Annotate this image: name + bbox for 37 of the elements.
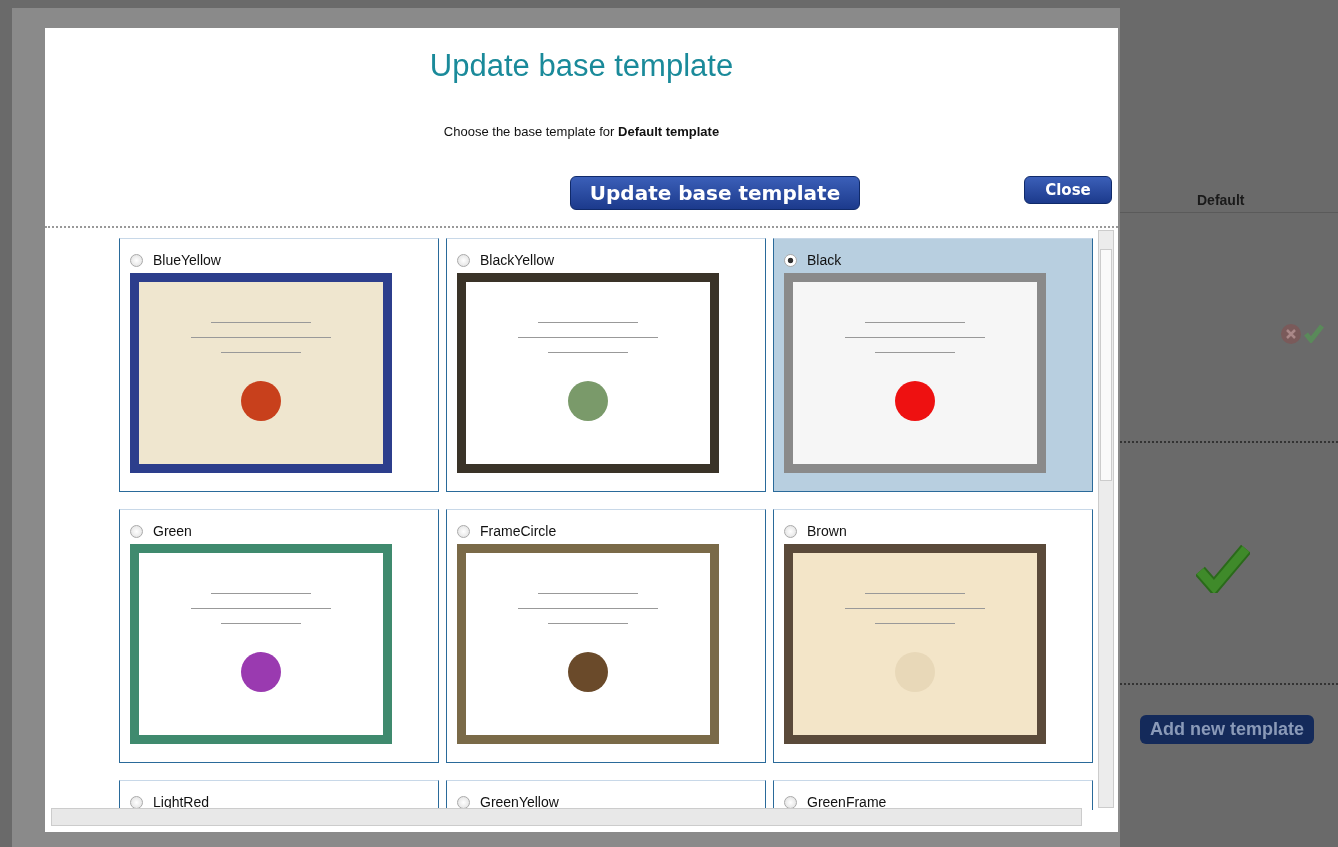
template-name: FrameCircle bbox=[480, 523, 557, 539]
template-name: Black bbox=[807, 252, 842, 268]
check-icon bbox=[1304, 323, 1324, 343]
template-name: GreenFrame bbox=[807, 794, 887, 810]
template-card[interactable]: BlackYellow bbox=[446, 238, 766, 492]
template-card[interactable]: GreenYellow bbox=[446, 780, 766, 810]
radio-button[interactable] bbox=[784, 795, 797, 809]
template-card[interactable]: Brown bbox=[773, 509, 1093, 763]
add-template-button[interactable]: Add new template bbox=[1140, 715, 1315, 744]
template-card[interactable]: GreenFrame bbox=[773, 780, 1093, 810]
template-name: BlackYellow bbox=[480, 252, 555, 268]
dialog-title: Update base template bbox=[428, 47, 735, 84]
check-icon bbox=[1196, 543, 1250, 593]
radio-button[interactable] bbox=[784, 524, 797, 538]
template-card[interactable]: Black bbox=[773, 238, 1093, 492]
template-name: Green bbox=[153, 523, 192, 539]
template-card[interactable]: LightRed bbox=[119, 780, 439, 810]
remove-icon[interactable] bbox=[1280, 323, 1302, 345]
template-name: Brown bbox=[807, 523, 847, 539]
radio-button[interactable] bbox=[457, 524, 470, 538]
template-name: BlueYellow bbox=[153, 252, 221, 268]
radio-button[interactable] bbox=[457, 253, 470, 267]
radio-button[interactable] bbox=[784, 253, 797, 267]
template-card[interactable]: BlueYellow bbox=[119, 238, 439, 492]
close-button[interactable]: Close bbox=[1024, 176, 1112, 204]
vertical-scrollbar[interactable] bbox=[1098, 230, 1114, 808]
radio-button[interactable] bbox=[457, 795, 470, 809]
horizontal-scrollbar[interactable] bbox=[51, 808, 1082, 826]
template-name: LightRed bbox=[153, 794, 210, 810]
template-name: GreenYellow bbox=[480, 794, 559, 810]
radio-button[interactable] bbox=[130, 253, 143, 267]
template-card[interactable]: Green bbox=[119, 509, 439, 763]
instruction-text: Choose the base template for Default template bbox=[442, 123, 721, 139]
radio-button[interactable] bbox=[130, 524, 143, 538]
template-card[interactable]: FrameCircle bbox=[446, 509, 766, 763]
radio-button[interactable] bbox=[130, 795, 143, 809]
update-button[interactable]: Update base template bbox=[570, 176, 860, 210]
